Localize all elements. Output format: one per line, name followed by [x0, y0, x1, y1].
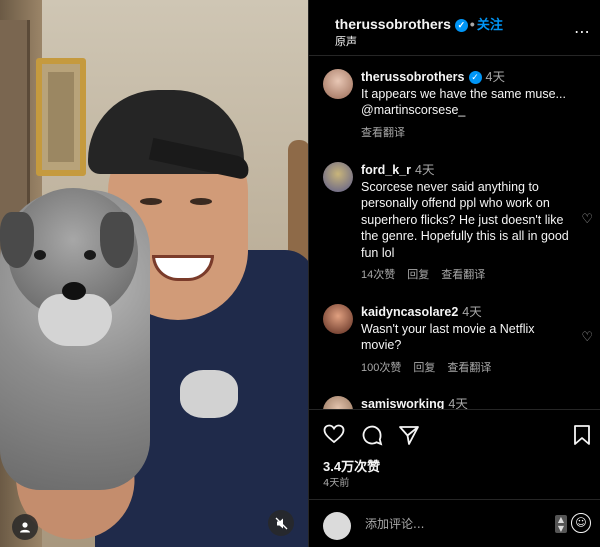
comment-header: therussobrothers ✓ 4天: [361, 69, 571, 86]
post-side-panel: therussobrothers ✓ • 关注 原声 ⋯ therussobrothe…: [308, 0, 600, 547]
comment-header: samisworking 4天: [361, 396, 571, 409]
photo-picture-frame: [36, 58, 86, 176]
photo-dog-eye: [34, 250, 46, 260]
comment-body: kaidyncasolare2 4天 Wasn't your last movie…: [361, 304, 571, 376]
tagged-users-icon[interactable]: [12, 514, 38, 540]
avatar[interactable]: [323, 162, 353, 192]
comment-text: Scorcese never said anything to personal…: [361, 179, 569, 260]
audio-label[interactable]: 原声: [335, 33, 357, 49]
avatar[interactable]: [323, 304, 353, 334]
like-comment-heart-icon[interactable]: ♡: [581, 330, 593, 345]
comment-text: It appears we have the same muse... @mar…: [361, 86, 566, 118]
comment-composer: ▲▼ ☺: [309, 499, 600, 547]
emoji-icon[interactable]: ☺: [571, 513, 591, 533]
comment-body: ford_k_r 4天 Scorcese never said anything …: [361, 162, 571, 284]
more-icon[interactable]: ⋯: [574, 22, 591, 41]
comment-time: 4天: [462, 305, 482, 319]
comment-time: 4天: [485, 70, 505, 84]
follow-button[interactable]: 关注: [477, 17, 503, 32]
photo-dog-paw: [180, 370, 238, 418]
comment-meta: 查看翻译: [361, 125, 571, 142]
comment-meta: 14次赞 回复 查看翻译: [361, 267, 571, 284]
photo-dog-ear: [0, 212, 34, 268]
like-heart-icon[interactable]: [323, 424, 345, 449]
post-header: therussobrothers ✓ • 关注 原声 ⋯: [309, 0, 600, 56]
comment-username[interactable]: therussobrothers: [361, 70, 465, 84]
avatar[interactable]: [323, 396, 353, 409]
see-translation-button[interactable]: 查看翻译: [441, 269, 485, 281]
comment-username[interactable]: kaidyncasolare2: [361, 305, 458, 319]
like-comment-heart-icon[interactable]: ♡: [581, 212, 593, 227]
photo-dog-eye: [84, 250, 96, 260]
post-actions: 3.4万次赞 4天前 ▲▼ ☺: [309, 409, 600, 547]
avatar[interactable]: [323, 512, 351, 540]
comment-time: 4天: [448, 397, 468, 409]
comment-text: Wasn't your last movie a Netflix movie?: [361, 321, 535, 353]
header-title-row: therussobrothers ✓ • 关注: [335, 14, 503, 33]
comment-bubble-icon[interactable]: [361, 424, 383, 451]
comment-likes[interactable]: 100次赞: [361, 362, 401, 374]
photo-dog-ear: [100, 212, 134, 268]
photo-person-eye: [140, 198, 162, 205]
photo-dog-beard: [38, 294, 112, 346]
mute-icon[interactable]: [268, 510, 294, 536]
comment-header: ford_k_r 4天: [361, 162, 571, 179]
comment-header: kaidyncasolare2 4天: [361, 304, 571, 321]
comment-likes[interactable]: 14次赞: [361, 269, 395, 281]
comment-username[interactable]: samisworking: [361, 397, 444, 409]
photo-person-eye: [190, 198, 212, 205]
photo-frame-canvas: [48, 72, 74, 162]
see-translation-button[interactable]: 查看翻译: [447, 362, 491, 374]
posted-time: 4天前: [323, 478, 350, 489]
header-username[interactable]: therussobrothers: [335, 16, 451, 32]
comment-body: therussobrothers ✓ 4天 It appears we have t…: [361, 69, 571, 141]
header-separator: •: [469, 16, 475, 32]
post-photo[interactable]: [0, 0, 308, 547]
verified-badge-icon: ✓: [468, 71, 482, 85]
scroll-control-icon[interactable]: ▲ ▼: [555, 515, 567, 533]
share-icon[interactable]: [398, 424, 420, 451]
comments-list[interactable]: therussobrothers ✓ 4天 It appears we have t…: [309, 57, 600, 409]
reply-button[interactable]: 回复: [407, 269, 429, 281]
reply-button[interactable]: 回复: [413, 362, 435, 374]
comment-time: 4天: [415, 163, 435, 177]
comment-input[interactable]: [365, 514, 545, 534]
see-translation-button[interactable]: 查看翻译: [361, 127, 405, 139]
verified-badge-icon: ✓: [454, 18, 468, 32]
save-bookmark-icon[interactable]: [573, 424, 591, 451]
avatar[interactable]: [323, 69, 353, 99]
comment-username[interactable]: ford_k_r: [361, 163, 411, 177]
comment-body: samisworking 4天: [361, 396, 571, 409]
photo-dog-nose: [62, 282, 86, 300]
likes-count[interactable]: 3.4万次赞: [323, 456, 380, 475]
comment-meta: 100次赞 回复 查看翻译: [361, 360, 571, 377]
